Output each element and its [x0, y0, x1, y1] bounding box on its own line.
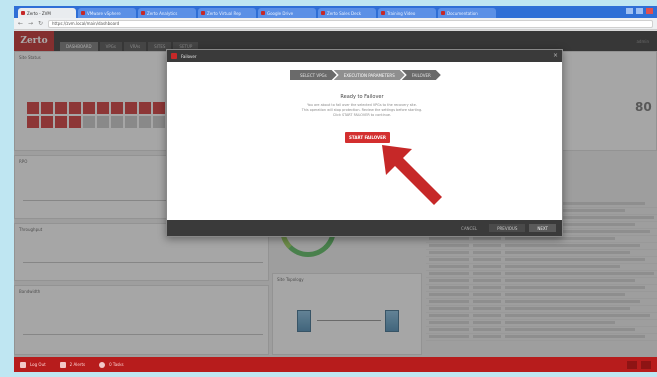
browser-tab-strip: Zerto - ZVM VMware vSphere Zerto Analyti… — [14, 6, 657, 18]
tab-label: Zerto - ZVM — [27, 10, 51, 16]
status-bar: Log Out 2 Alerts 0 Tasks — [14, 357, 657, 372]
close-icon[interactable]: × — [553, 53, 558, 59]
favicon-icon — [81, 11, 85, 15]
favicon-icon — [261, 11, 265, 15]
browser-tab[interactable]: Google Drive — [258, 8, 316, 18]
help-icon[interactable] — [627, 360, 637, 369]
tab-label: Training Video — [387, 10, 416, 16]
back-arrow-icon[interactable]: ← — [18, 20, 24, 27]
favicon-icon — [201, 11, 205, 15]
favicon-icon — [21, 11, 25, 15]
next-button[interactable]: NEXT — [529, 224, 556, 232]
failover-dialog: Failover × SELECT VPGs EXECUTION PARAMET… — [166, 49, 563, 237]
browser-tab[interactable]: VMware vSphere — [78, 8, 136, 18]
dialog-footer: CANCEL PREVIOUS NEXT — [167, 220, 562, 236]
reload-icon[interactable]: ↻ — [38, 20, 44, 27]
body-line: Click START FAILOVER to continue. — [332, 113, 392, 117]
browser-tab[interactable]: Zerto - ZVM — [18, 8, 76, 18]
browser-tab[interactable]: Zerto Virtual Rep — [198, 8, 256, 18]
browser-tab[interactable]: Zerto Analytics — [138, 8, 196, 18]
browser-tab[interactable]: Zerto Sales Deck — [318, 8, 376, 18]
favicon-icon — [321, 11, 325, 15]
alerts-item[interactable]: 2 Alerts — [59, 361, 86, 368]
status-actions — [627, 360, 651, 369]
tasks-item[interactable]: 0 Tasks — [99, 361, 124, 368]
tasks-icon — [99, 361, 106, 368]
favicon-icon — [381, 11, 385, 15]
dialog-body: Ready to Failover You are about to fail … — [257, 94, 467, 118]
tab-label: Zerto Virtual Rep — [207, 10, 242, 16]
failover-icon — [171, 53, 177, 59]
browser-tab[interactable]: Training Video — [378, 8, 436, 18]
previous-button[interactable]: PREVIOUS — [489, 224, 526, 232]
forward-arrow-icon[interactable]: → — [28, 20, 34, 27]
tab-label: VMware vSphere — [87, 10, 121, 16]
tab-label: Google Drive — [267, 10, 294, 16]
url-input[interactable]: https://zvm.local/main/dashboard — [48, 19, 653, 28]
dialog-title: Failover — [181, 53, 197, 59]
address-bar: ← → ↻ https://zvm.local/main/dashboard — [14, 18, 657, 30]
logout-item[interactable]: Log Out — [20, 361, 46, 368]
screenshot-frame: Zerto - ZVM VMware vSphere Zerto Analyti… — [0, 0, 657, 377]
browser-window: Zerto - ZVM VMware vSphere Zerto Analyti… — [14, 6, 657, 372]
favicon-icon — [441, 11, 445, 15]
step-select-vpgs[interactable]: SELECT VPGs — [290, 70, 337, 80]
status-label: 0 Tasks — [109, 362, 124, 367]
logout-icon — [20, 361, 26, 368]
wizard-steps: SELECT VPGs EXECUTION PARAMETERS FAILOVE… — [290, 70, 438, 80]
step-execution-parameters[interactable]: EXECUTION PARAMETERS — [334, 70, 405, 80]
favicon-icon — [141, 11, 145, 15]
close-window-icon[interactable] — [646, 8, 653, 14]
maximize-icon[interactable] — [636, 8, 643, 14]
step-failover[interactable]: FAILOVER — [402, 70, 441, 80]
tab-label: Zerto Analytics — [147, 10, 178, 16]
alert-icon — [59, 361, 66, 368]
status-label: Log Out — [30, 362, 46, 367]
window-controls — [626, 8, 653, 14]
dialog-header: Failover × — [167, 50, 562, 62]
status-label: 2 Alerts — [69, 362, 86, 367]
minimize-icon[interactable] — [626, 8, 633, 14]
browser-tab[interactable]: Documentation — [438, 8, 496, 18]
settings-icon[interactable] — [641, 360, 651, 369]
pointer-arrow-icon — [382, 145, 442, 205]
body-title: Ready to Failover — [340, 94, 384, 100]
tab-label: Documentation — [447, 10, 478, 16]
tab-label: Zerto Sales Deck — [327, 10, 362, 16]
cancel-button[interactable]: CANCEL — [453, 224, 485, 232]
